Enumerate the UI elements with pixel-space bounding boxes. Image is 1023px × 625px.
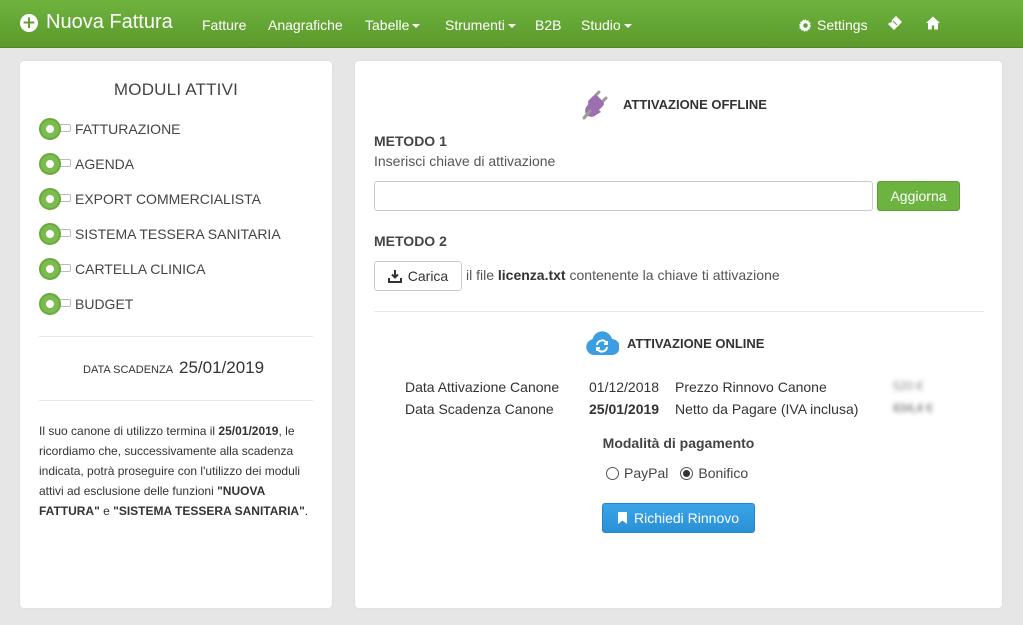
payment-method-group: PayPal Bonifico bbox=[606, 465, 748, 481]
net-amount-label: Netto da Pagare (IVA inclusa) bbox=[675, 401, 859, 417]
module-toggle[interactable] bbox=[39, 258, 71, 280]
payment-option-paypal[interactable]: PayPal bbox=[606, 465, 668, 481]
nav-anagrafiche[interactable]: Anagrafiche bbox=[268, 17, 343, 33]
module-fatturazione: FATTURAZIONE bbox=[39, 118, 181, 140]
online-activation-title: ATTIVAZIONE ONLINE bbox=[627, 335, 765, 351]
payment-method-title: Modalità di pagamento bbox=[602, 435, 755, 451]
update-button[interactable]: Aggiorna bbox=[877, 181, 960, 211]
nav-studio-label: Studio bbox=[581, 17, 621, 33]
nav-tabelle[interactable]: Tabelle bbox=[365, 17, 421, 33]
net-amount-value: 634,4 € bbox=[893, 401, 934, 415]
offline-activation-header: ATTIVAZIONE OFFLINE bbox=[581, 87, 767, 121]
offline-activation-title: ATTIVAZIONE OFFLINE bbox=[623, 96, 767, 112]
expiry-label: DATA SCADENZA bbox=[83, 364, 174, 376]
activation-date-label: Data Attivazione Canone bbox=[405, 379, 560, 395]
divider bbox=[374, 311, 984, 312]
home-icon[interactable] bbox=[925, 15, 941, 36]
radio-button[interactable] bbox=[606, 466, 619, 480]
request-renewal-label: Richiedi Rinnovo bbox=[633, 510, 740, 526]
expiry-date-label: Data Scadenza Canone bbox=[405, 401, 554, 417]
activation-key-input[interactable] bbox=[374, 181, 873, 211]
radio-button-selected[interactable] bbox=[680, 466, 694, 480]
bookmark-icon bbox=[617, 512, 627, 524]
plus-circle-icon: + bbox=[20, 12, 38, 33]
caret-down-icon bbox=[507, 24, 516, 29]
top-navbar: + Nuova Fattura Fatture Anagrafiche Tabe… bbox=[0, 0, 1023, 48]
module-agenda: AGENDA bbox=[39, 153, 134, 175]
settings-label: Settings bbox=[817, 17, 868, 33]
modules-title: MODULI ATTIVI bbox=[113, 80, 239, 99]
module-toggle[interactable] bbox=[39, 223, 71, 245]
caret-down-icon bbox=[412, 24, 421, 29]
module-label: FATTURAZIONE bbox=[75, 121, 181, 137]
download-tray-icon bbox=[387, 269, 402, 283]
module-label: SISTEMA TESSERA SANITARIA bbox=[75, 226, 281, 242]
new-invoice-link[interactable]: + Nuova Fattura bbox=[20, 11, 173, 34]
gear-icon bbox=[799, 18, 812, 32]
module-label: EXPORT COMMERCIALISTA bbox=[75, 191, 261, 207]
divider bbox=[39, 336, 313, 337]
nav-strumenti[interactable]: Strumenti bbox=[445, 17, 516, 33]
nav-tabelle-label: Tabelle bbox=[365, 17, 410, 33]
module-budget: BUDGET bbox=[39, 293, 133, 315]
nav-b2b[interactable]: B2B bbox=[535, 17, 561, 33]
plug-icon bbox=[582, 90, 608, 120]
method2-title: METODO 2 bbox=[374, 233, 447, 249]
ticket-icon[interactable] bbox=[887, 15, 903, 36]
module-cartella-clinica: CARTELLA CLINICA bbox=[39, 258, 205, 280]
nav-settings[interactable]: Settings bbox=[799, 17, 868, 33]
expiry-date-value: 25/01/2019 bbox=[589, 401, 660, 417]
expiry-notice: Il suo canone di utilizzo termina il 25/… bbox=[39, 424, 309, 518]
caret-down-icon bbox=[623, 24, 632, 29]
nav-strumenti-label: Strumenti bbox=[445, 17, 505, 33]
payment-option-bonifico[interactable]: Bonifico bbox=[680, 465, 748, 481]
cloud-refresh-icon bbox=[586, 331, 619, 356]
module-label: BUDGET bbox=[75, 296, 134, 312]
payment-option-label: Bonifico bbox=[698, 465, 749, 481]
upload-button-label: Carica bbox=[407, 268, 449, 284]
upload-instructions: il file licenza.txt contenente la chiave… bbox=[466, 267, 780, 283]
renewal-price-label: Prezzo Rinnovo Canone bbox=[675, 379, 827, 395]
method1-hint: Inserisci chiave di attivazione bbox=[374, 153, 556, 169]
renewal-price-value: 520 € bbox=[893, 379, 924, 393]
online-activation-header: ATTIVAZIONE ONLINE bbox=[585, 330, 764, 356]
module-toggle[interactable] bbox=[39, 153, 71, 175]
nav-studio[interactable]: Studio bbox=[581, 17, 632, 33]
module-toggle[interactable] bbox=[39, 118, 71, 140]
module-export-commercialista: EXPORT COMMERCIALISTA bbox=[39, 188, 261, 210]
method1-title: METODO 1 bbox=[374, 133, 447, 149]
module-toggle[interactable] bbox=[39, 188, 71, 210]
active-modules-panel: MODULI ATTIVI FATTURAZIONE AGENDA EXPORT… bbox=[20, 61, 332, 608]
expiry-date: 25/01/2019 bbox=[179, 358, 265, 377]
module-tessera-sanitaria: SISTEMA TESSERA SANITARIA bbox=[39, 223, 281, 245]
upload-button[interactable]: Carica bbox=[374, 261, 462, 291]
activation-panel: ATTIVAZIONE OFFLINE METODO 1 Inserisci c… bbox=[355, 61, 1002, 608]
payment-option-label: PayPal bbox=[624, 465, 669, 481]
nav-fatture[interactable]: Fatture bbox=[202, 17, 246, 33]
module-toggle[interactable] bbox=[39, 293, 71, 315]
module-label: AGENDA bbox=[75, 156, 135, 172]
brand-label: Nuova Fattura bbox=[46, 11, 173, 33]
module-label: CARTELLA CLINICA bbox=[75, 261, 206, 277]
request-renewal-button[interactable]: Richiedi Rinnovo bbox=[602, 503, 755, 533]
divider bbox=[39, 400, 313, 401]
activation-date-value: 01/12/2018 bbox=[589, 379, 660, 395]
